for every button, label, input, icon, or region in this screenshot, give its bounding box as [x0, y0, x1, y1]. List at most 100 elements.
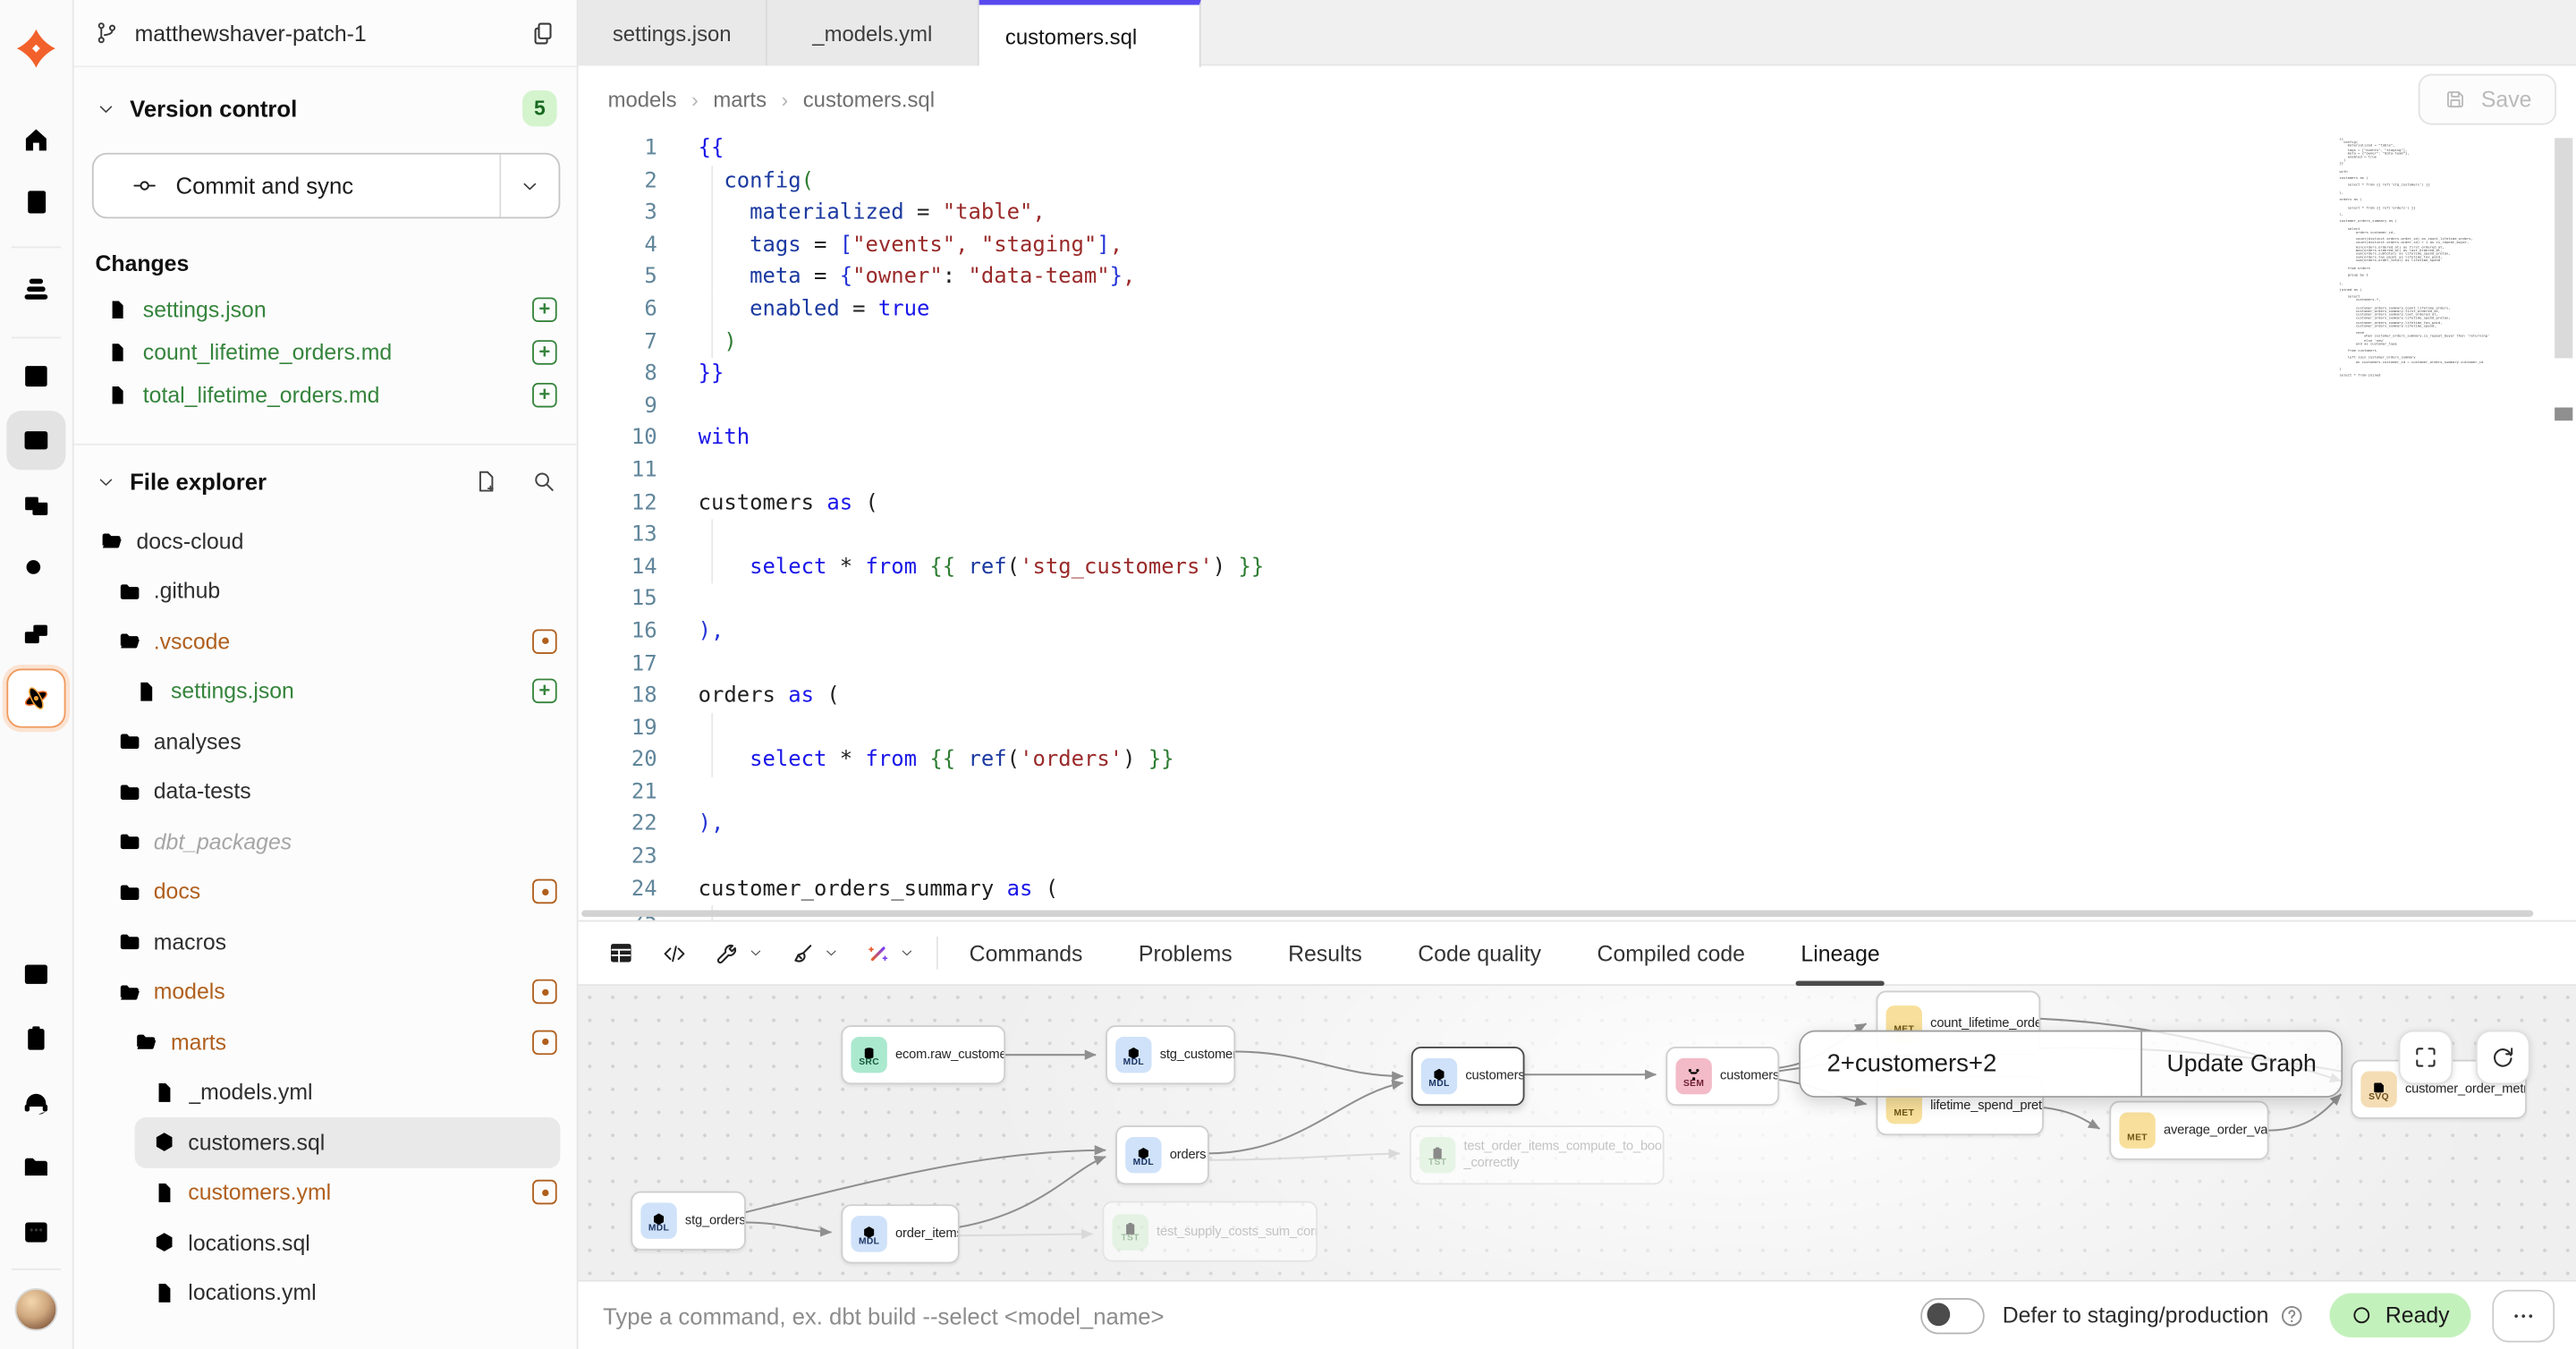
refresh-graph-button[interactable]: [2476, 1031, 2530, 1085]
code-editor[interactable]: 1{{2 config(3 materialized = "table",4 t…: [579, 133, 2576, 921]
tree-item--models-yml[interactable]: _models.yml: [74, 1067, 577, 1117]
dbt-logo-icon[interactable]: [14, 26, 59, 71]
defer-toggle[interactable]: [1920, 1297, 1985, 1333]
tree-item-macros[interactable]: macros: [74, 917, 577, 967]
nav-home-icon[interactable]: [20, 123, 53, 157]
tree-item-settings-json[interactable]: settings.json: [74, 666, 577, 717]
code-line[interactable]: 21: [579, 777, 2576, 810]
tree-item-docs[interactable]: docs: [74, 867, 577, 917]
file-explorer-header[interactable]: File explorer: [74, 445, 577, 495]
nav-terminal-icon[interactable]: [20, 958, 53, 991]
modified-badge[interactable]: [532, 1180, 557, 1205]
lineage-node-test-supply-costs[interactable]: TSTtest_supply_costs_sum_correctly: [1102, 1201, 1318, 1262]
panel-tab-compiled-code[interactable]: Compiled code: [1597, 921, 1745, 984]
tree-item-locations-yml[interactable]: locations.yml: [74, 1268, 577, 1318]
nav-dashboard-icon[interactable]: [20, 360, 53, 393]
tree-item-customers-sql[interactable]: customers.sql: [134, 1117, 561, 1167]
copy-branch-icon[interactable]: [529, 19, 556, 47]
lineage-select-input[interactable]: 2+customers+2: [1801, 1031, 2140, 1096]
stage-file-badge[interactable]: [532, 339, 557, 364]
version-control-header[interactable]: Version control 5: [74, 67, 577, 126]
breadcrumb-item[interactable]: models: [608, 87, 677, 112]
fullscreen-button[interactable]: [2399, 1031, 2453, 1085]
lineage-node-stg-customers[interactable]: MDLstg_customers: [1106, 1025, 1235, 1084]
user-avatar[interactable]: [15, 1288, 58, 1331]
command-input[interactable]: [599, 1301, 1919, 1330]
nav-environments-icon[interactable]: [20, 273, 53, 306]
panel-tab-results[interactable]: Results: [1288, 921, 1362, 984]
tree-item-customers-yml[interactable]: customers.yml: [74, 1167, 577, 1217]
editor-minimap[interactable]: {{ config( materialized = "table", tags …: [2340, 138, 2491, 378]
status-badge[interactable]: Ready: [2329, 1294, 2470, 1338]
commit-options-dropdown[interactable]: [501, 155, 558, 217]
tree-item--vscode[interactable]: .vscode: [74, 616, 577, 666]
nav-catalog-search-icon[interactable]: [20, 552, 53, 585]
save-button[interactable]: Save: [2419, 74, 2556, 125]
panel-tab-commands[interactable]: Commands: [970, 921, 1083, 984]
lineage-node-stg-orders[interactable]: MDLstg_orders: [631, 1192, 746, 1251]
code-line[interactable]: 7 ): [579, 327, 2576, 359]
editor-scrollbar[interactable]: [2555, 138, 2572, 915]
code-line[interactable]: 1{{: [579, 133, 2576, 165]
tree-item-models[interactable]: models: [74, 967, 577, 1017]
scrollbar-thumb[interactable]: [2555, 138, 2572, 358]
stage-file-badge[interactable]: [532, 382, 557, 407]
lineage-node-customers-semantic[interactable]: SEMcustomers: [1665, 1047, 1779, 1106]
code-line[interactable]: 18orders as (: [579, 681, 2576, 713]
editor-tab-settings-json[interactable]: settings.json: [579, 0, 767, 65]
breadcrumb-item[interactable]: customers.sql: [803, 87, 935, 112]
code-line[interactable]: 19: [579, 713, 2576, 745]
code-line[interactable]: 22),: [579, 810, 2576, 842]
nav-account-settings-icon[interactable]: [20, 1216, 53, 1249]
code-line[interactable]: 16),: [579, 616, 2576, 649]
nav-support-icon[interactable]: [20, 1086, 53, 1119]
editor-tab-customers-sql[interactable]: customers.sql: [979, 0, 1201, 67]
code-line[interactable]: 23: [579, 842, 2576, 874]
commit-and-sync-main[interactable]: Commit and sync: [94, 155, 502, 217]
lineage-node-test-order-items[interactable]: TSTtest_order_items_compute_to_bools _co…: [1410, 1125, 1665, 1184]
code-line[interactable]: 6 enabled = true: [579, 294, 2576, 327]
branch-name[interactable]: matthewshaver-patch-1: [135, 21, 514, 46]
nav-ide-develop-icon[interactable]: [20, 424, 53, 457]
close-tab-icon[interactable]: [1152, 25, 1174, 47]
modified-badge[interactable]: [532, 629, 557, 654]
nav-dbt-copilot-icon[interactable]: [20, 682, 53, 715]
code-line[interactable]: 4 tags = ["events", "staging"],: [579, 230, 2576, 262]
changed-file-row[interactable]: count_lifetime_orders.md: [106, 330, 577, 373]
code-line[interactable]: 12customers as (: [579, 488, 2576, 520]
tree-item-marts[interactable]: marts: [74, 1017, 577, 1067]
code-line[interactable]: 3 materialized = "table",: [579, 198, 2576, 230]
panel-tab-lineage[interactable]: Lineage: [1801, 921, 1879, 984]
stage-file-badge[interactable]: [532, 297, 557, 322]
lineage-node-customers-model[interactable]: MDLcustomers: [1411, 1047, 1525, 1106]
modified-badge[interactable]: [532, 879, 557, 904]
lineage-node-order-items[interactable]: MDLorder_items: [841, 1204, 959, 1263]
code-line[interactable]: 10with: [579, 423, 2576, 455]
code-line[interactable]: 2 config(: [579, 165, 2576, 198]
modified-badge[interactable]: [532, 980, 557, 1005]
modified-badge[interactable]: [532, 1030, 557, 1055]
more-options-button[interactable]: [2492, 1289, 2555, 1342]
code-line[interactable]: 13: [579, 520, 2576, 552]
lineage-canvas[interactable]: SRCecom.raw_customersMDLstg_customersMDL…: [579, 986, 2576, 1280]
format-tools[interactable]: [789, 939, 840, 967]
tree-item-dbt-packages[interactable]: dbt_packages: [74, 817, 577, 867]
code-line[interactable]: 24customer_orders_summary as (: [579, 874, 2576, 906]
lineage-node-orders[interactable]: MDLorders: [1115, 1125, 1209, 1184]
build-tools[interactable]: [713, 939, 764, 967]
tree-item-data-tests[interactable]: data-tests: [74, 767, 577, 817]
code-line[interactable]: 8}}: [579, 359, 2576, 391]
nav-orchestration-icon[interactable]: [20, 618, 53, 651]
breadcrumb-item[interactable]: marts: [713, 87, 767, 112]
panel-tab-problems[interactable]: Problems: [1139, 921, 1233, 984]
code-line[interactable]: 11: [579, 455, 2576, 488]
code-line[interactable]: 20 select * from {{ ref('orders') }}: [579, 745, 2576, 777]
tree-item--github[interactable]: .github: [74, 566, 577, 616]
changed-file-row[interactable]: settings.json: [106, 287, 577, 330]
nav-jobs-icon[interactable]: [20, 1022, 53, 1055]
tree-item-docs-cloud[interactable]: docs-cloud: [74, 516, 577, 566]
search-files-icon[interactable]: [530, 468, 556, 494]
horizontal-scrollbar[interactable]: [581, 911, 2533, 917]
code-line[interactable]: 9: [579, 391, 2576, 423]
nav-visual-editor-icon[interactable]: [20, 489, 53, 522]
